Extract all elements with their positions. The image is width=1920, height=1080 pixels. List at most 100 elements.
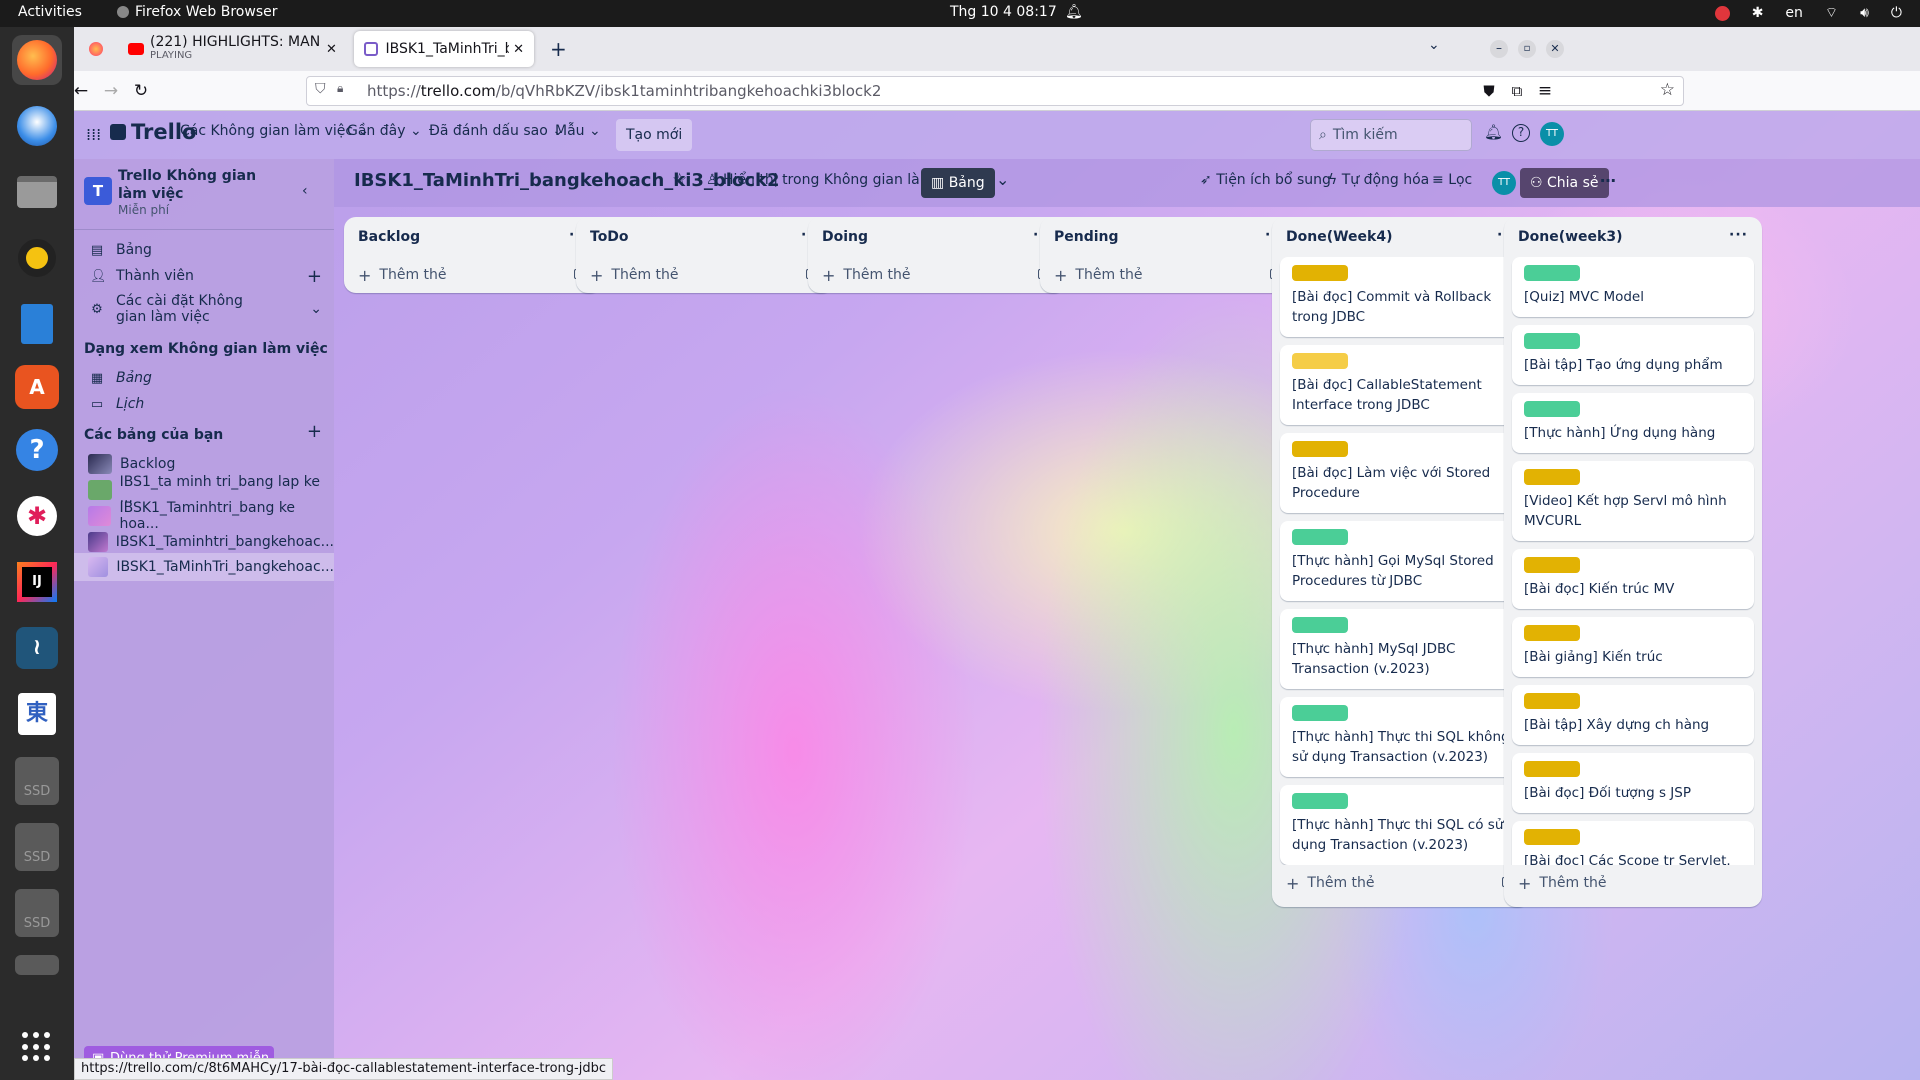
forward-button[interactable]: →	[100, 80, 122, 102]
create-button[interactable]: Tạo mới	[616, 119, 693, 151]
list-header[interactable]: Done(week3) ···	[1504, 217, 1762, 257]
card[interactable]: [Thực hành] Gọi MySql Stored Procedures …	[1280, 521, 1522, 601]
view-switcher-chevron-icon[interactable]: ⌄	[996, 170, 1009, 189]
menu-hamburger-icon[interactable]: ≡	[1534, 80, 1556, 102]
view-board-button[interactable]: ▥ Bảng	[921, 168, 995, 198]
active-app-menu[interactable]: Firefox Web Browser	[117, 4, 278, 20]
activities-button[interactable]: Activities	[18, 4, 82, 20]
card-label[interactable]	[1524, 333, 1580, 349]
add-card-button[interactable]: + Thêm thẻ	[1040, 257, 1298, 293]
list-title[interactable]: Doing	[822, 229, 868, 245]
collapse-sidebar-icon[interactable]: ‹	[302, 183, 308, 199]
list-all-tabs-icon[interactable]: ⌄	[1428, 37, 1440, 53]
clock[interactable]: Thg 10 4 08:17	[950, 4, 1057, 20]
sidebar-item-members[interactable]: 👤︎ Thành viên +	[74, 263, 334, 289]
slack-dock-icon[interactable]: ✱	[12, 491, 62, 541]
card-label[interactable]	[1524, 469, 1580, 485]
new-tab-button[interactable]: +	[550, 37, 567, 61]
reload-button[interactable]: ↻	[130, 80, 152, 102]
filter-button[interactable]: ≡ Lọc	[1432, 172, 1472, 188]
sidebar-item-boards[interactable]: ▤ Bảng	[74, 237, 334, 263]
card[interactable]: [Video] Kết hợp Servl mô hình MVCURL	[1512, 461, 1754, 541]
power-icon[interactable]: ⏻	[1891, 5, 1902, 21]
card-label[interactable]	[1524, 829, 1580, 845]
add-card-button[interactable]: + Thêm thẻ	[808, 257, 1066, 293]
sidebar-board-item[interactable]: IBSK1_Taminhtri_bang ke hoa...	[74, 500, 334, 532]
restore-window-button[interactable]: ▫	[1518, 40, 1536, 58]
input-method-dock-icon[interactable]: 東	[12, 689, 62, 739]
card-label[interactable]	[1524, 693, 1580, 709]
menu-recent[interactable]: Gần đây ⌄	[347, 123, 422, 139]
card-label[interactable]	[1292, 705, 1348, 721]
card-label[interactable]	[1524, 625, 1580, 641]
board-menu-icon[interactable]: ⋯	[1600, 171, 1616, 190]
card-label[interactable]	[1292, 529, 1348, 545]
card-label[interactable]	[1524, 761, 1580, 777]
card-label[interactable]	[1524, 265, 1580, 281]
card[interactable]: [Bài đọc] CallableStatement Interface tr…	[1280, 345, 1522, 425]
list-header[interactable]: Pending···	[1040, 217, 1298, 257]
card[interactable]: [Bài đọc] Đối tượng s JSP	[1512, 753, 1754, 813]
ssd-drive-icon[interactable]	[15, 955, 59, 975]
back-button[interactable]: ←	[70, 80, 92, 102]
list-header[interactable]: Backlog···	[344, 217, 602, 257]
card-label[interactable]	[1524, 557, 1580, 573]
list-title[interactable]: ToDo	[590, 229, 629, 245]
card[interactable]: [Quiz] MVC Model	[1512, 257, 1754, 317]
list-header[interactable]: Done(Week4)···	[1272, 217, 1530, 257]
close-window-button[interactable]: ✕	[1546, 40, 1564, 58]
app-switcher-icon[interactable]: ⁞⁞⁞	[86, 125, 101, 144]
sidebar-item-settings[interactable]: ⚙ Các cài đặt Không gian làm việc ⌄	[74, 291, 334, 327]
card[interactable]: [Bài tập] Xây dựng ch hàng	[1512, 685, 1754, 745]
list-menu-icon[interactable]: ···	[1729, 227, 1748, 243]
firefox-view-button[interactable]	[78, 31, 114, 67]
firefox-dock-icon[interactable]	[12, 35, 62, 85]
star-board-icon[interactable]: ☆	[672, 170, 687, 190]
ssd-drive-icon[interactable]: SSD	[15, 823, 59, 871]
card[interactable]: [Bài đọc] Commit và Rollback trong JDBC	[1280, 257, 1522, 337]
avatar[interactable]: TT	[1540, 122, 1564, 146]
card[interactable]: [Bài đọc] Kiến trúc MV	[1512, 549, 1754, 609]
sidebar-board-item[interactable]: IBSK1_Taminhtri_bangkehoac...	[74, 529, 334, 555]
bookmark-star-icon[interactable]: ☆	[1660, 80, 1675, 100]
help-icon[interactable]: ?	[1512, 124, 1530, 142]
card[interactable]: [Bài đọc] Các Scope tr Servlet. Applicat…	[1512, 821, 1754, 865]
member-avatar[interactable]: TT	[1492, 171, 1516, 195]
search-input[interactable]: ⌕ Tìm kiếm	[1310, 119, 1472, 151]
intellij-dock-icon[interactable]: IJ	[12, 557, 62, 607]
sidebar-board-item-active[interactable]: IBSK1_TaMinhTri_bangkehoac...	[74, 553, 334, 581]
notifications-icon[interactable]: 🔔︎	[1484, 123, 1503, 141]
card[interactable]: [Bài tập] Tạo ứng dụng phẩm	[1512, 325, 1754, 385]
show-apps-grid-icon[interactable]	[22, 1032, 52, 1062]
card-label[interactable]	[1524, 401, 1580, 417]
list-header[interactable]: ToDo···	[576, 217, 834, 257]
add-card-button[interactable]: + Thêm thẻ	[344, 257, 602, 293]
list-header[interactable]: Doing···	[808, 217, 1066, 257]
share-button[interactable]: ⚇ Chia sẻ	[1520, 168, 1609, 198]
list-title[interactable]: Backlog	[358, 229, 420, 245]
close-tab-icon[interactable]: ✕	[513, 42, 524, 57]
ssd-drive-icon[interactable]: SSD	[15, 889, 59, 937]
record-indicator-icon[interactable]	[1714, 5, 1730, 21]
card[interactable]: [Thực hành] MySql JDBC Transaction (v.20…	[1280, 609, 1522, 689]
rhythmbox-dock-icon[interactable]	[12, 233, 62, 283]
card-label[interactable]	[1292, 793, 1348, 809]
list-title[interactable]: Done(week3)	[1518, 229, 1622, 245]
add-card-button[interactable]: + Thêm thẻ	[1272, 865, 1530, 901]
add-card-button[interactable]: + Thêm thẻ	[576, 257, 834, 293]
workspace-name[interactable]: Trello Không gian làm việc	[118, 167, 258, 203]
writer-dock-icon[interactable]	[12, 299, 62, 349]
volume-icon[interactable]: 🔊︎	[1860, 5, 1869, 21]
mysql-workbench-dock-icon[interactable]: ≀	[12, 623, 62, 673]
menu-workspaces[interactable]: Các Không gian làm việc ⌄	[180, 123, 369, 139]
thunderbird-dock-icon[interactable]	[12, 101, 62, 151]
card[interactable]: [Thực hành] Ứng dụng hàng	[1512, 393, 1754, 453]
wifi-icon[interactable]: ⌔	[1825, 4, 1838, 22]
menu-templates[interactable]: Mẫu ⌄	[555, 123, 601, 139]
extensions-icon[interactable]: ⧉	[1506, 80, 1528, 102]
close-tab-icon[interactable]: ✕	[326, 42, 337, 57]
card[interactable]: [Thực hành] Thực thi SQL có sử dụng Tran…	[1280, 785, 1522, 865]
app-center-dock-icon[interactable]: A	[15, 365, 59, 409]
card-label[interactable]	[1292, 265, 1348, 281]
help-dock-icon[interactable]: ?	[12, 425, 62, 475]
